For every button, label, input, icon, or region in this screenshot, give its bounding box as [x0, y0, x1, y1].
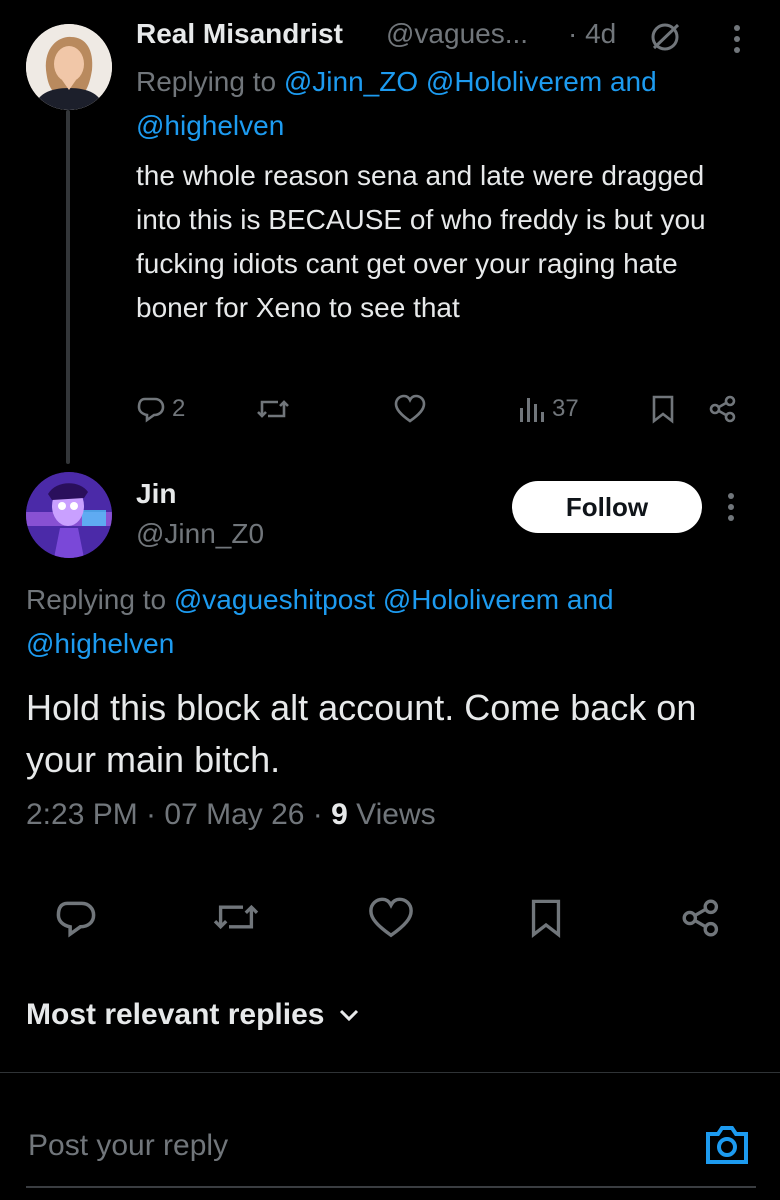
- post-text: the whole reason sena and late were drag…: [136, 160, 706, 323]
- reply-count: 2: [172, 395, 186, 422]
- mention-link[interactable]: @Jinn_ZO: [284, 66, 418, 97]
- like-button[interactable]: [394, 394, 426, 424]
- divider: [0, 1072, 780, 1073]
- reply-input[interactable]: [26, 1128, 630, 1164]
- views-number: 9: [331, 798, 348, 831]
- mention-link[interactable]: @highelven: [26, 628, 174, 659]
- chevron-down-icon: [338, 1008, 360, 1022]
- author-handle[interactable]: @vagues...: [386, 18, 528, 50]
- replying-to: Replying to @Jinn_ZO @Hololiverem and @h…: [136, 60, 746, 148]
- replying-to: Replying to @vagueshitpost @Hololiverem …: [26, 578, 746, 666]
- mention-link[interactable]: @Hololiverem: [426, 66, 602, 97]
- views-count: 37: [552, 395, 579, 422]
- post-age[interactable]: · 4d: [568, 18, 616, 50]
- mention-link[interactable]: @Hololiverem: [383, 584, 559, 615]
- follow-button[interactable]: Follow: [512, 481, 702, 533]
- post-actions: [0, 890, 780, 946]
- bookmark-icon[interactable]: [528, 896, 564, 940]
- author-handle[interactable]: @Jinn_Z0: [136, 518, 264, 550]
- views-label: Views: [347, 798, 436, 831]
- views-icon: [518, 394, 546, 424]
- mention-link[interactable]: @highelven: [136, 110, 284, 141]
- post-actions: 2 37: [136, 392, 746, 426]
- replying-label: Replying to: [136, 66, 277, 97]
- like-icon[interactable]: [368, 896, 414, 940]
- like-icon: [394, 394, 426, 424]
- grok-icon[interactable]: [648, 20, 682, 54]
- share-button[interactable]: [708, 394, 738, 424]
- post-timestamp[interactable]: 2:23 PM · 07 May 26 · 9 Views: [26, 798, 436, 832]
- more-icon[interactable]: [724, 490, 738, 524]
- and-label: and: [609, 66, 657, 97]
- reply-button[interactable]: 2: [136, 394, 185, 424]
- sort-replies-dropdown[interactable]: Most relevant replies: [26, 998, 360, 1032]
- bookmark-icon: [650, 394, 676, 424]
- reply-icon[interactable]: [54, 896, 98, 940]
- reply-icon: [136, 394, 166, 424]
- bookmark-button[interactable]: [650, 394, 676, 424]
- avatar-jin[interactable]: [26, 472, 112, 558]
- share-icon: [708, 394, 738, 424]
- retweet-button[interactable]: [256, 394, 290, 424]
- and-label: and: [566, 584, 614, 615]
- more-icon[interactable]: [730, 22, 744, 56]
- retweet-icon[interactable]: [212, 896, 260, 938]
- avatar-real-misandrist[interactable]: [26, 24, 112, 110]
- camera-icon[interactable]: [704, 1124, 750, 1166]
- share-icon[interactable]: [680, 896, 722, 940]
- retweet-icon: [256, 394, 290, 424]
- reply-input-underline: [26, 1186, 756, 1188]
- mention-link[interactable]: @vagueshitpost: [174, 584, 375, 615]
- post-text: Hold this block alt account. Come back o…: [26, 687, 697, 780]
- author-name[interactable]: Jin: [136, 478, 176, 510]
- post-time: 2:23 PM · 07 May 26 ·: [26, 798, 332, 831]
- thread-line: [66, 110, 70, 464]
- replying-label: Replying to: [26, 584, 167, 615]
- sort-label: Most relevant replies: [26, 998, 325, 1031]
- author-name[interactable]: Real Misandrist: [136, 18, 343, 50]
- views-button[interactable]: 37: [518, 394, 579, 424]
